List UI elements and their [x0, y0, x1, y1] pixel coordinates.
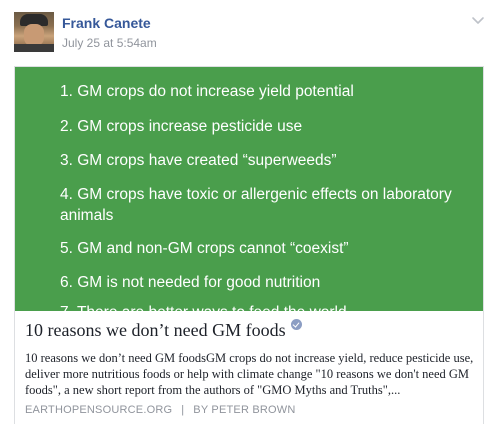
link-title-text[interactable]: 10 reasons we don’t need GM foods — [25, 320, 286, 340]
link-byline: BY PETER BROWN — [193, 404, 296, 416]
reason-item: 5. GM and non-GM crops cannot “coexist” — [60, 240, 349, 257]
reason-item: 6. GM is not needed for good nutrition — [60, 274, 321, 291]
link-description: 10 reasons we don’t need GM foodsGM crop… — [25, 351, 474, 397]
avatar-face — [24, 24, 44, 46]
reason-item: 2. GM crops increase pesticide use — [60, 118, 303, 135]
reason-item: 7. There are better ways to feed the wor… — [60, 302, 460, 311]
reason-item: 1. GM crops do not increase yield potent… — [60, 83, 354, 100]
reason-item: 3. GM crops have created “superweeds” — [60, 152, 337, 169]
avatar-shirt — [14, 44, 54, 52]
link-source-domain[interactable]: EARTHOPENSOURCE.ORG — [25, 404, 172, 416]
facebook-post: Frank Canete July 25 at 5:54am 1. GM cro… — [0, 0, 496, 424]
link-title[interactable]: 10 reasons we don’t need GM foods — [25, 319, 302, 341]
post-timestamp[interactable]: July 25 at 5:54am — [62, 36, 157, 50]
link-preview-image[interactable]: 1. GM crops do not increase yield potent… — [15, 67, 483, 311]
verified-icon — [290, 319, 302, 330]
chevron-down-icon[interactable] — [470, 12, 486, 28]
link-preview-card[interactable]: 1. GM crops do not increase yield potent… — [14, 66, 484, 424]
author-avatar[interactable] — [14, 12, 54, 52]
link-meta: EARTHOPENSOURCE.ORG | BY PETER BROWN — [25, 404, 296, 416]
reason-item: 4. GM crops have toxic or allergenic eff… — [60, 186, 452, 224]
meta-separator: | — [181, 404, 185, 416]
author-name[interactable]: Frank Canete — [62, 15, 151, 31]
